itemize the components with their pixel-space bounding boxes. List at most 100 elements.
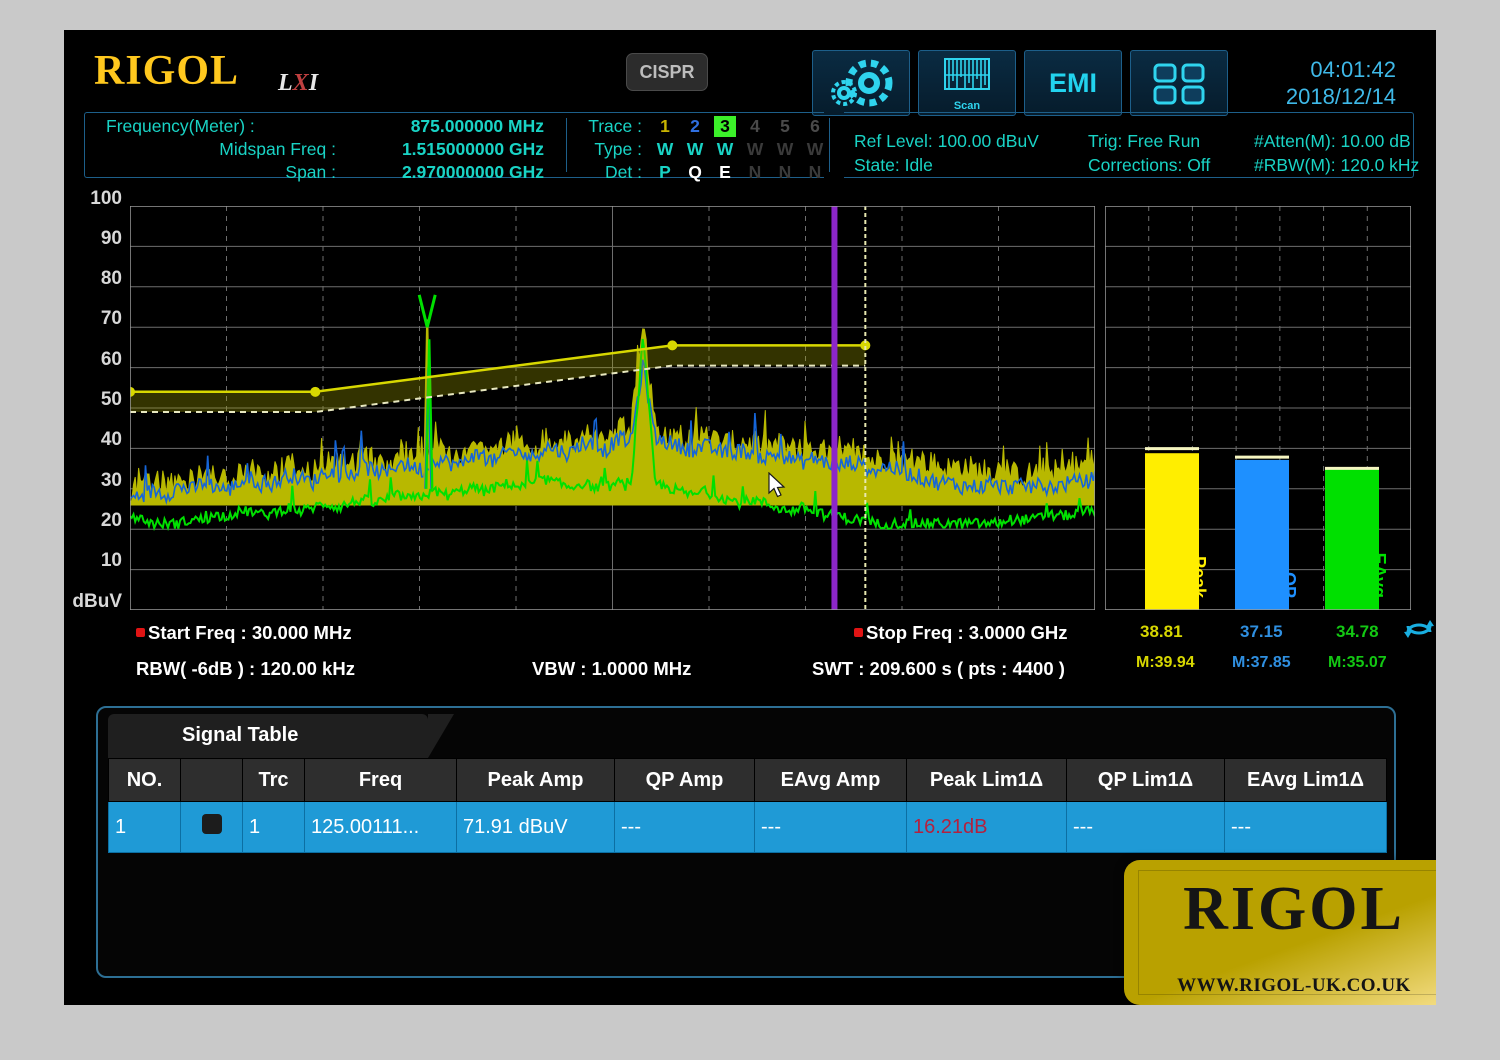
col-freq[interactable]: Freq — [304, 758, 457, 802]
lxi-logo: LXI — [278, 70, 319, 96]
trace-det-2[interactable]: Q — [684, 162, 706, 183]
label-midspan-freq: Midspan Freq : — [219, 139, 336, 159]
cell-qp-lim1: --- — [1066, 801, 1225, 853]
trace-number-6[interactable]: 6 — [804, 116, 826, 137]
trace-type-5[interactable]: W — [774, 139, 796, 160]
bar-label-eavg: EAvg — [1369, 553, 1389, 598]
col-eavg-amp[interactable]: EAvg Amp — [754, 758, 907, 802]
col-no[interactable]: NO. — [108, 758, 181, 802]
refresh-arrows-icon[interactable] — [1404, 618, 1434, 640]
bar-max-eavg: M:35.07 — [1328, 654, 1387, 671]
signal-table-tab[interactable]: Signal Table — [108, 714, 454, 758]
value-span[interactable]: 2.970000000 GHz — [344, 162, 544, 183]
start-freq-text: Start Freq : 30.000 MHz — [148, 622, 352, 643]
detector-bar-chart[interactable]: Peak QP EAvg — [1105, 206, 1411, 610]
value-trig: Trig: Free Run — [1088, 131, 1201, 151]
rigol-logo: RIGOL — [94, 48, 240, 94]
trace-det-3[interactable]: E — [714, 162, 736, 183]
settings-gear-button[interactable] — [812, 50, 910, 116]
trace-type-3[interactable]: W — [714, 139, 736, 160]
col-eavg-lim1[interactable]: EAvg Lim1Δ — [1224, 758, 1387, 802]
signal-table[interactable]: NO. Trc Freq Peak Amp QP Amp EAvg Amp Pe… — [108, 758, 1387, 853]
start-freq-dot-icon — [136, 628, 145, 637]
label-trace: Trace : — [588, 116, 642, 136]
trace-number-5[interactable]: 5 — [774, 116, 796, 137]
value-corrections: Corrections: Off — [1088, 155, 1211, 175]
trace-det-1[interactable]: P — [654, 162, 676, 183]
bar-value-eavg: 34.78 — [1336, 622, 1379, 641]
layout-grid-button[interactable] — [1130, 50, 1228, 116]
stop-freq-text: Stop Freq : 3.0000 GHz — [866, 622, 1068, 643]
instrument-screen: RIGOL LXI CISPR Scan EMI 04:01:42 2018/1… — [64, 30, 1436, 1005]
col-qp-lim1[interactable]: QP Lim1Δ — [1066, 758, 1225, 802]
signal-table-tab-label: Signal Table — [182, 724, 299, 746]
bar-label-qp: QP — [1279, 572, 1299, 598]
label-frequency-meter: Frequency(Meter) : — [106, 116, 255, 136]
stop-freq-dot-icon — [854, 628, 863, 637]
y-tick-10: 10 — [100, 550, 122, 571]
value-ref-level: Ref Level: 100.00 dBuV — [854, 131, 1039, 151]
rigol-uk-watermark: RIGOL WWW.RIGOL-UK.CO.UK — [1124, 860, 1436, 1005]
gear-icon — [831, 59, 893, 107]
cell-freq: 125.00111... — [304, 801, 457, 853]
clock: 04:01:42 2018/12/14 — [1236, 56, 1396, 110]
cell-no: 1 — [108, 801, 181, 853]
watermark-title: RIGOL — [1183, 875, 1405, 943]
cell-peak-amp: 71.91 dBuV — [456, 801, 615, 853]
scan-button[interactable]: Scan — [918, 50, 1016, 116]
bar-max-qp: M:37.85 — [1232, 654, 1291, 671]
bar-group: Peak QP EAvg — [1145, 447, 1389, 610]
bar-value-peak: 38.81 — [1140, 622, 1183, 641]
col-peak-lim1[interactable]: Peak Lim1Δ — [906, 758, 1067, 802]
trace-type-6[interactable]: W — [804, 139, 826, 160]
cispr-button[interactable]: CISPR — [626, 53, 708, 91]
table-row[interactable]: 1 1 125.00111... 71.91 dBuV --- --- 16.2… — [108, 801, 1387, 853]
status-vbw: VBW : 1.0000 MHz — [532, 658, 692, 679]
value-atten: #Atten(M): 10.00 dB — [1254, 131, 1411, 151]
trace-number-2[interactable]: 2 — [684, 116, 706, 137]
clock-time: 04:01:42 — [1310, 57, 1396, 82]
status-stop-freq: Stop Freq : 3.0000 GHz — [854, 622, 1068, 644]
trace-number-1[interactable]: 1 — [654, 116, 676, 137]
y-tick-90: 90 — [100, 228, 122, 249]
value-midspan-freq[interactable]: 1.515000000 GHz — [344, 139, 544, 160]
trace-det-5[interactable]: N — [774, 162, 796, 183]
bar-label-peak: Peak — [1189, 556, 1209, 599]
col-peak-amp[interactable]: Peak Amp — [456, 758, 615, 802]
param-divider-1 — [566, 118, 567, 172]
trace-type-4[interactable]: W — [744, 139, 766, 160]
value-state: State: Idle — [854, 155, 933, 175]
y-tick-60: 60 — [100, 349, 122, 370]
status-rbw: RBW( -6dB ) : 120.00 kHz — [136, 658, 355, 679]
y-tick-70: 70 — [100, 308, 122, 329]
grid-layout-icon — [1153, 63, 1205, 105]
value-frequency-meter[interactable]: 875.000000 MHz — [344, 116, 544, 137]
trace-det-4[interactable]: N — [744, 162, 766, 183]
trace-number-4[interactable]: 4 — [744, 116, 766, 137]
trace-type-2[interactable]: W — [684, 139, 706, 160]
bar-max-peak: M:39.94 — [1136, 654, 1195, 671]
y-tick-20: 20 — [100, 510, 122, 531]
status-swt: SWT : 209.600 s ( pts : 4400 ) — [812, 658, 1065, 679]
label-type: Type : — [594, 139, 642, 159]
cell-flag[interactable] — [180, 801, 243, 853]
col-flag[interactable] — [180, 758, 243, 802]
y-tick-100: 100 — [90, 188, 122, 209]
col-qp-amp[interactable]: QP Amp — [614, 758, 755, 802]
col-trc[interactable]: Trc — [242, 758, 305, 802]
scan-icon — [944, 58, 990, 90]
param-divider-2 — [829, 118, 830, 172]
trace-type-1[interactable]: W — [654, 139, 676, 160]
label-span: Span : — [285, 162, 336, 182]
scan-button-label: Scan — [953, 100, 981, 112]
mouse-cursor — [768, 472, 786, 498]
parameter-panel: Frequency(Meter) : Midspan Freq : Span :… — [84, 112, 1419, 182]
trace-det-6[interactable]: N — [804, 162, 826, 183]
cell-eavg-lim1: --- — [1224, 801, 1387, 853]
spectrum-plot[interactable] — [130, 206, 1095, 610]
clock-date: 2018/12/14 — [1285, 84, 1396, 109]
y-tick-50: 50 — [100, 389, 122, 410]
watermark-url: WWW.RIGOL-UK.CO.UK — [1177, 975, 1411, 996]
emi-button[interactable]: EMI — [1024, 50, 1122, 116]
trace-number-3[interactable]: 3 — [714, 116, 736, 137]
